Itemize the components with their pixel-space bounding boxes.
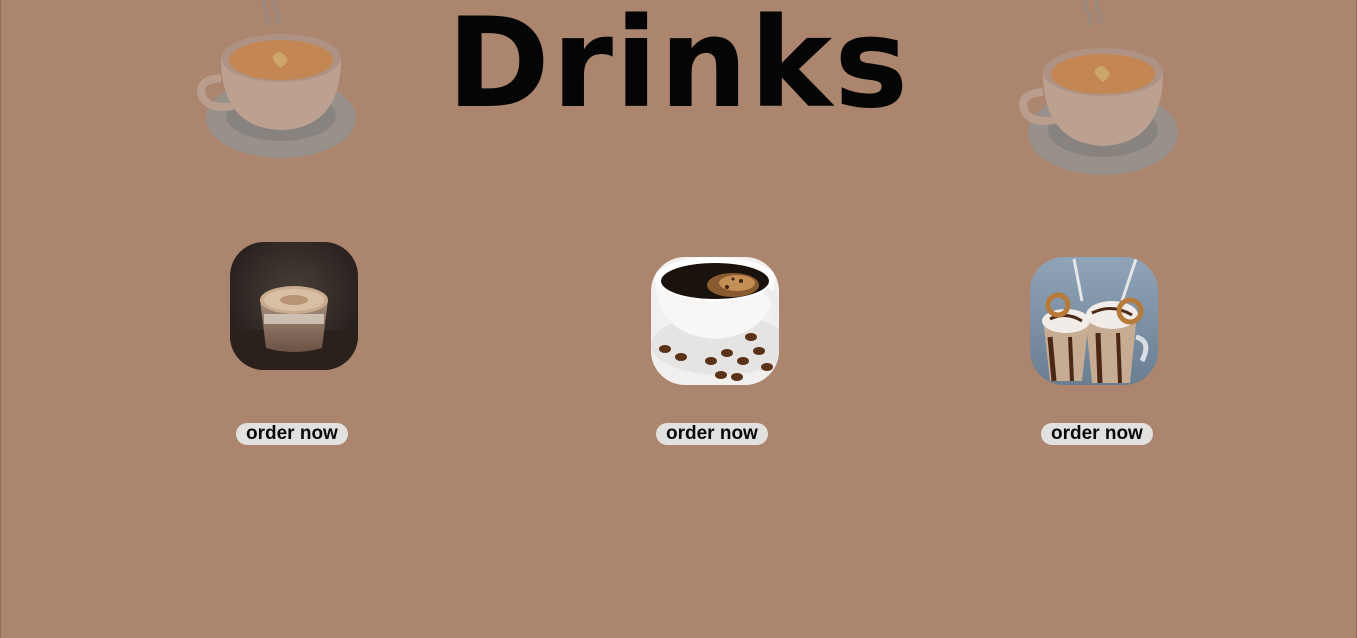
page: Drinks order now order now order now (0, 0, 1357, 638)
order-now-button-black-coffee[interactable]: order now (656, 423, 768, 445)
chocolate-milkshake-image (1030, 257, 1158, 385)
product-image-milkshake[interactable] (1030, 257, 1158, 385)
latte-cup-image (230, 242, 358, 370)
product-image-black-coffee[interactable] (651, 257, 779, 385)
page-title: Drinks (446, 0, 911, 136)
black-coffee-beans-image (651, 257, 779, 385)
product-image-latte[interactable] (230, 242, 358, 370)
order-now-button-milkshake[interactable]: order now (1041, 423, 1153, 445)
order-now-button-latte[interactable]: order now (236, 423, 348, 445)
